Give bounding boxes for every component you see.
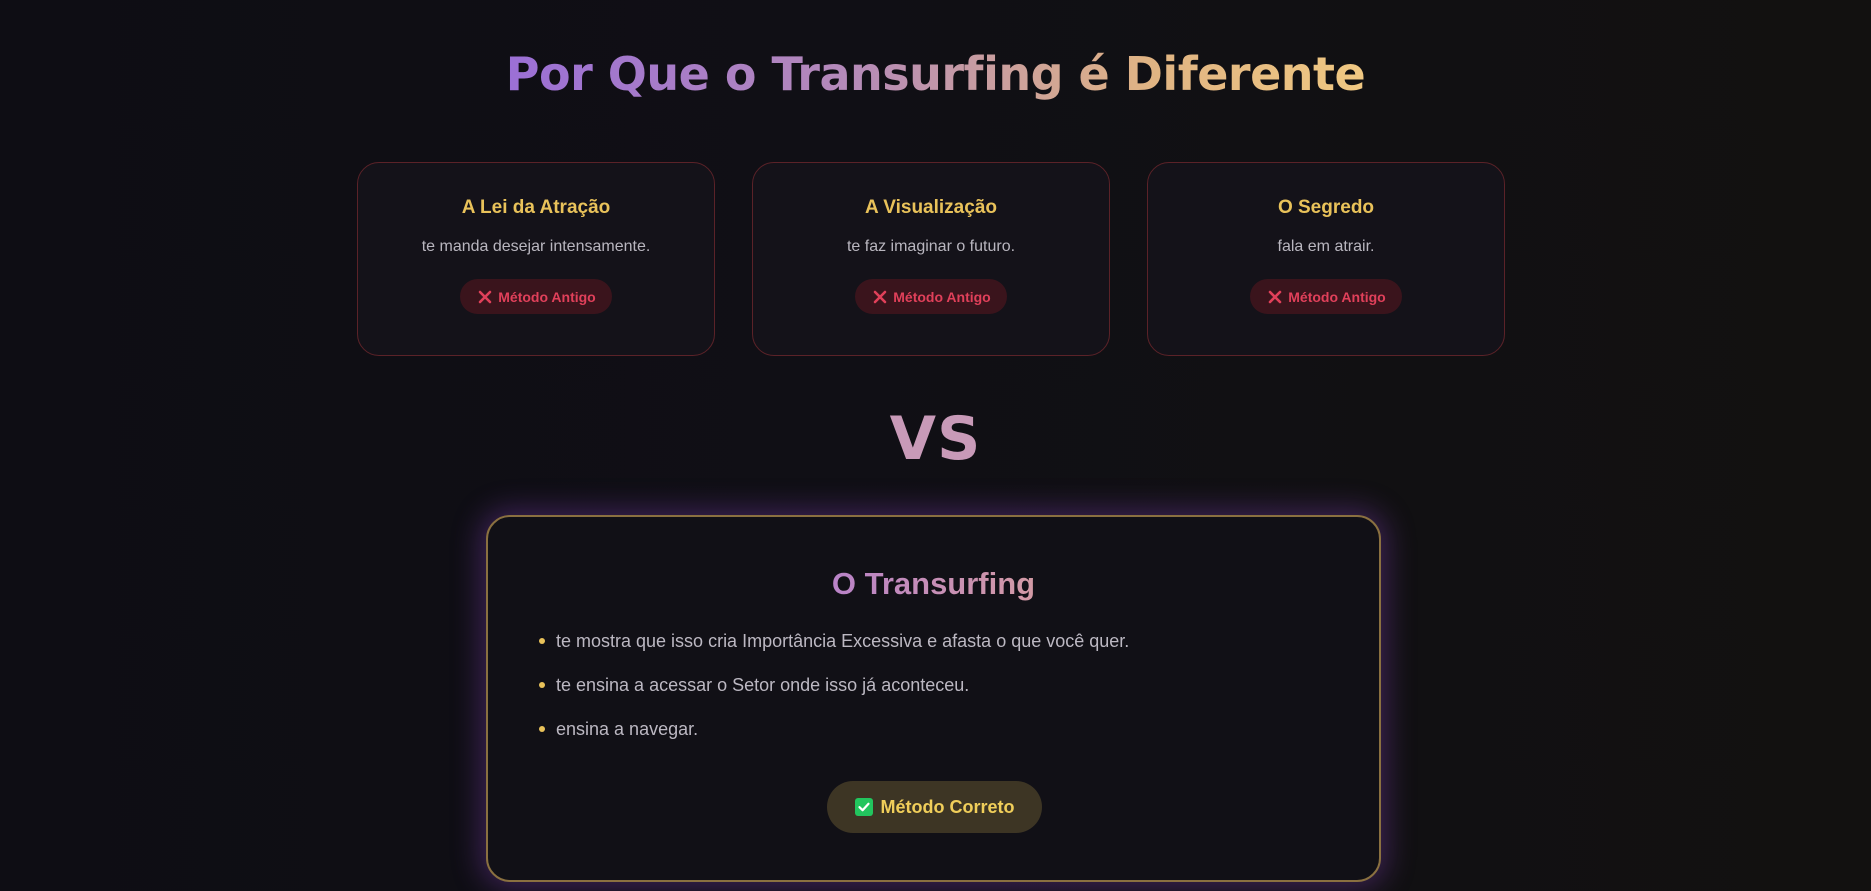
badge-label: Método Correto [880, 796, 1015, 817]
list-item: te ensina a acessar o Setor onde isso já… [536, 673, 1379, 697]
method-card-lei-da-atracao: A Lei da Atração te manda desejar intens… [357, 162, 715, 356]
correct-method-badge: Método Correto [827, 781, 1042, 833]
transurfing-title-text: O Transurfing [831, 566, 1036, 601]
card-description: te faz imaginar o futuro. [846, 238, 1016, 255]
card-title: A Visualização [864, 197, 997, 218]
list-item: te mostra que isso cria Importância Exce… [536, 629, 1379, 653]
card-description: fala em atrair. [1277, 238, 1375, 255]
x-icon [478, 290, 492, 303]
transurfing-title: O Transurfing [488, 565, 1379, 603]
old-method-badge: Método Antigo [855, 279, 1007, 314]
card-title: A Lei da Atração [461, 197, 611, 218]
section-title: Por Que o Transurfing é Diferente [0, 44, 1871, 104]
card-description: te manda desejar intensamente. [421, 238, 651, 255]
transurfing-card: O Transurfing te mostra que isso cria Im… [486, 515, 1381, 882]
transurfing-points: te mostra que isso cria Importância Exce… [488, 629, 1379, 741]
method-card-o-segredo: O Segredo fala em atrair. Método Antigo [1147, 162, 1505, 356]
section-title-text: Por Que o Transurfing é Diferente [505, 47, 1366, 101]
old-method-badge: Método Antigo [1250, 279, 1402, 314]
badge-label: Método Antigo [1288, 288, 1386, 305]
method-card-visualizacao: A Visualização te faz imaginar o futuro.… [752, 162, 1110, 356]
check-icon [854, 798, 873, 816]
vs-divider: VS [889, 404, 982, 474]
badge-label: Método Antigo [498, 288, 596, 305]
old-methods-list: A Lei da Atração te manda desejar intens… [357, 162, 1508, 358]
card-title: O Segredo [1277, 197, 1375, 218]
list-item: ensina a navegar. [536, 717, 1379, 741]
comparison-section: Por Que o Transurfing é Diferente A Lei … [0, 0, 1871, 891]
x-icon [1268, 290, 1282, 303]
x-icon [873, 290, 887, 303]
old-method-badge: Método Antigo [460, 279, 612, 314]
badge-label: Método Antigo [893, 288, 991, 305]
